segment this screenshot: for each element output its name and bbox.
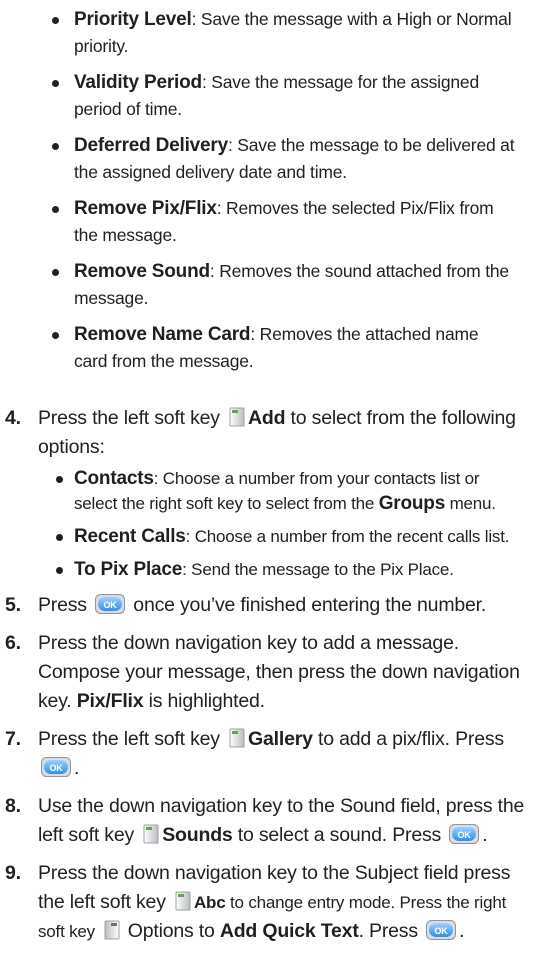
bullet-term: Remove Sound [74,261,210,282]
step-number: 6. [5,632,21,654]
sub-bullet-recent-calls: Recent Calls: Choose a number from the r… [38,524,525,549]
step-text: . Press [358,920,424,942]
step-number: 8. [5,795,21,817]
right-soft-key-icon [104,920,120,940]
options-bullet-list: Priority Level: Save the message with a … [0,6,543,384]
bullet-text: : Send the message to the Pix Place. [182,560,454,579]
bullet-dot [52,206,59,213]
add-quick-text-label: Add Quick Text [219,920,359,942]
bullet-term: Remove Name Card [74,324,251,345]
step-text: Options to [122,920,220,942]
step-number: 9. [5,862,21,884]
svg-text:OK: OK [435,926,449,936]
step-number: 4. [5,407,21,429]
step-6: 6. Press the down navigation key to add … [0,629,543,716]
step-text: once you’ve finished entering the number… [128,594,487,616]
bullet-remove-sound: Remove Sound: Removes the sound attached… [0,258,543,311]
left-soft-key-icon [143,824,159,844]
step-text: to add a pix/flix. Press [312,728,504,750]
step-text: is highlighted. [143,690,265,712]
bullet-text: menu. [445,494,496,513]
left-soft-key-icon [175,891,191,911]
groups-label: Groups [378,493,446,514]
add-options-list: Contacts: Choose a number from your cont… [38,466,525,582]
gallery-label: Gallery [248,728,313,750]
bullet-term: Validity Period [74,72,202,93]
bullet-dot [52,80,59,87]
pix-flix-label: Pix/Flix [76,690,144,712]
bullet-term: Remove Pix/Flix [74,198,217,219]
step-number: 5. [5,594,21,616]
step-text: to select a sound. Press [232,824,447,846]
svg-text:OK: OK [104,600,118,610]
step-7: 7. Press the left soft key Gallery to ad… [0,725,543,783]
bullet-term: Deferred Delivery [74,135,228,156]
svg-text:OK: OK [49,763,63,773]
step-number: 7. [5,728,21,750]
bullet-remove-pix-flix: Remove Pix/Flix: Removes the selected Pi… [0,195,543,248]
add-label: Add [248,407,286,429]
left-soft-key-icon [229,728,245,748]
bullet-term: Priority Level [74,9,192,30]
sub-bullet-contacts: Contacts: Choose a number from your cont… [38,466,525,516]
bullet-dot [52,143,59,150]
bullet-remove-name-card: Remove Name Card: Removes the attached n… [0,321,543,374]
bullet-dot [52,269,59,276]
bullet-priority-level: Priority Level: Save the message with a … [0,6,543,59]
svg-text:OK: OK [458,830,472,840]
bullet-deferred-delivery: Deferred Delivery: Save the message to b… [0,132,543,185]
manual-page: Priority Level: Save the message with a … [0,0,543,954]
step-text: Press the left soft key [38,728,226,750]
step-text: . [74,757,80,779]
bullet-dot [56,476,63,483]
left-soft-key-icon [229,407,245,427]
ok-key-icon: OK [95,594,126,614]
step-8: 8. Use the down navigation key to the So… [0,792,543,850]
abc-label: Abc [193,893,226,912]
bullet-term: To Pix Place [74,559,183,580]
step-text: . [459,920,465,942]
bullet-term: Recent Calls [74,526,186,547]
step-4: 4. Press the left soft key Add to select… [0,404,543,582]
sounds-label: Sounds [162,824,233,846]
ok-key-icon: OK [41,757,71,777]
numbered-steps: 4. Press the left soft key Add to select… [0,404,543,955]
bullet-validity-period: Validity Period: Save the message for th… [0,69,543,122]
bullet-text: : Choose a number from the recent calls … [185,527,510,546]
step-text: . [482,824,488,846]
bullet-dot [52,332,59,339]
bullet-dot [56,534,63,541]
bullet-term: Contacts [74,468,154,489]
bullet-dot [52,17,59,24]
step-5: 5. Press OK once you’ve finished enterin… [0,591,543,620]
ok-key-icon: OK [426,920,457,940]
bullet-dot [56,567,63,574]
step-text: Press [38,594,93,616]
ok-key-icon: OK [449,824,480,844]
sub-bullet-to-pix-place: To Pix Place: Send the message to the Pi… [38,557,525,582]
step-text: Press the left soft key [38,407,226,429]
step-9: 9. Press the down navigation key to the … [0,859,543,946]
